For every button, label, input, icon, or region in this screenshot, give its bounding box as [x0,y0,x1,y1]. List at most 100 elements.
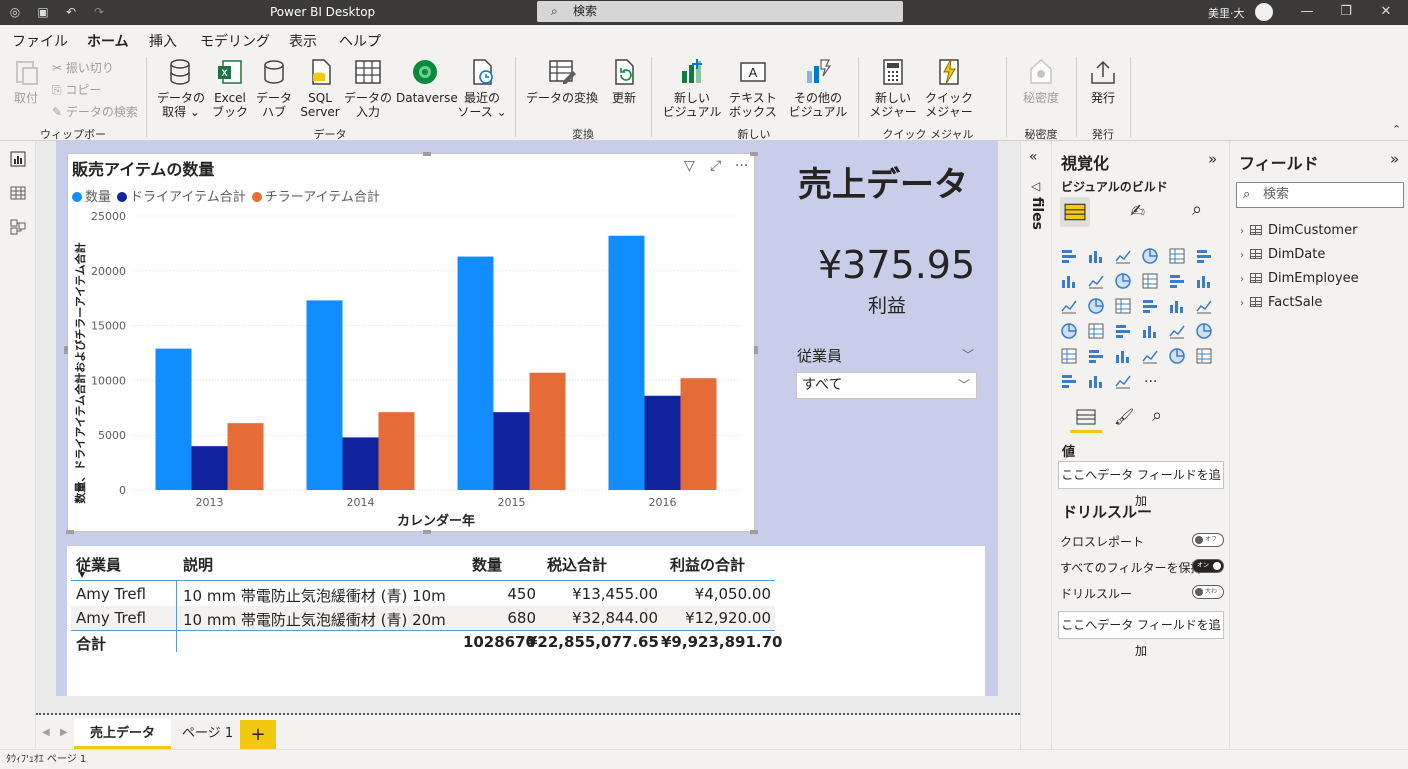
paste-button[interactable]: 取付 [10,57,42,105]
resize-handle[interactable] [750,530,758,534]
quick-measure-button[interactable]: クイック メジャー [922,57,976,119]
page-tab-sales-data[interactable]: 売上データ [74,719,172,749]
funnel-icon[interactable] [1087,297,1105,315]
report-view-icon[interactable] [10,151,26,167]
format-visual-icon[interactable]: ✍ [1130,201,1145,222]
format-brush-icon[interactable]: 🖌 [1114,407,1134,426]
more-visuals-button[interactable]: その他の ビジュアル [786,57,850,119]
drillthrough-drop-zone[interactable]: ここへデータ フィールドを追加 [1058,611,1224,658]
model-view-icon[interactable] [10,219,26,235]
column-header-profit[interactable]: 利益の合計 [670,554,745,575]
collapse-fields-icon[interactable]: » [1390,150,1399,168]
dataverse-button[interactable]: Dataverse [396,57,458,105]
clustered-column-icon[interactable] [1141,247,1159,265]
build-visual-tab[interactable] [1060,197,1090,227]
gauge-icon[interactable] [1114,322,1132,340]
column-header-quantity[interactable]: 数量 [472,554,502,575]
scatter-icon[interactable] [1114,297,1132,315]
cross-report-toggle[interactable]: オフ [1192,533,1224,547]
ribbon-chart-icon[interactable] [1195,272,1213,290]
collapse-ribbon-icon[interactable]: ⌃ [1392,123,1401,136]
new-measure-button[interactable]: 新しい メジャー [866,57,920,119]
tab-view[interactable]: 表示 [289,31,317,51]
save-icon[interactable]: ▣ [34,3,52,21]
recent-sources-button[interactable]: 最近の ソース ⌄ [456,57,508,119]
report-title-textbox[interactable]: 売上データ [798,157,968,206]
cut-button[interactable]: ✂ 振い切り [52,59,114,76]
resize-handle[interactable] [64,346,68,354]
table-visual[interactable]: 従業員 ▼ 説明 数量 税込合計 利益の合計 Amy Trefl 10 mm 帯… [67,546,985,696]
expand-filters-icon[interactable]: « [1029,149,1038,165]
clustered-column-chart[interactable]: 販売アイテムの数量 ▽ ⤢ ··· 数量 ドライアイテム合計 チラーアイテム合計… [67,153,755,532]
chevron-right-icon[interactable]: ▶ [60,727,68,738]
analytics-icon[interactable]: ⌕ [1192,199,1202,220]
field-table-dimemployee[interactable]: › DimEmployee [1240,271,1359,286]
stacked-bar-icon[interactable] [1060,247,1078,265]
table-view-icon[interactable] [10,185,26,201]
filters-pane-collapsed[interactable]: « ◁ files [1020,141,1051,749]
sensitivity-button[interactable]: 秘密度 [1016,57,1066,105]
title-search-box[interactable]: ⌕ 検索 [537,1,903,22]
tab-home[interactable]: ホーム [87,31,129,56]
tab-insert[interactable]: 挿入 [149,31,177,51]
excel-button[interactable]: X Excel ブック [210,57,250,119]
enter-data-button[interactable]: データの 入力 [342,57,394,119]
textbox-button[interactable]: A テキスト ボックス [726,57,780,119]
more-visuals-icon[interactable]: ··· [1144,374,1157,390]
fields-search-input[interactable]: ⌕ 検索 [1236,182,1404,208]
new-visual-button[interactable]: 新しい ビジュアル [660,57,724,119]
100-column-icon[interactable] [1195,247,1213,265]
100-bar-icon[interactable] [1168,247,1186,265]
stacked-column-icon[interactable] [1087,247,1105,265]
field-table-factsale[interactable]: › FactSale [1240,295,1322,310]
kpi-icon[interactable] [1195,322,1213,340]
refresh-button[interactable]: 更新 [606,57,642,105]
copy-button[interactable]: ⎘ コピー [52,81,101,98]
area-chart-icon[interactable] [1087,272,1105,290]
clustered-bar-icon[interactable] [1114,247,1132,265]
smart-narrative-icon[interactable] [1087,372,1105,390]
minimize-button[interactable]: — [1297,2,1317,22]
fields-tab[interactable] [1070,405,1102,433]
line-column-icon[interactable] [1141,272,1159,290]
qa-icon[interactable] [1060,372,1078,390]
pie-icon[interactable] [1141,297,1159,315]
redo-icon[interactable]: ↷ [90,3,108,21]
card-value[interactable]: ¥375.95 [818,243,975,287]
slicer-dropdown[interactable]: すべて ﹀ [796,372,977,399]
analytics-magnifier-icon[interactable]: ⌕ [1152,405,1162,426]
column-header-total-incl-tax[interactable]: 税込合計 [547,554,607,575]
resize-handle[interactable] [66,530,74,534]
decomposition-icon[interactable] [1141,347,1159,365]
close-button[interactable]: ✕ [1376,2,1396,22]
collapse-viz-icon[interactable]: » [1208,150,1217,168]
get-data-button[interactable]: データの 取得 ⌄ [155,57,207,119]
field-table-dimdate[interactable]: › DimDate [1240,247,1325,262]
resize-handle[interactable] [423,530,431,534]
waterfall-icon[interactable] [1060,297,1078,315]
resize-handle[interactable] [754,346,758,354]
sql-server-button[interactable]: SQL Server [298,57,342,119]
resize-handle[interactable] [423,152,431,156]
key-influencers-icon[interactable] [1195,347,1213,365]
stacked-area-icon[interactable] [1114,272,1132,290]
column-header-description[interactable]: 説明 [183,554,213,575]
table-icon[interactable] [1087,347,1105,365]
chevron-left-icon[interactable]: ◀ [42,727,50,738]
field-table-dimcustomer[interactable]: › DimCustomer [1240,223,1357,238]
transform-data-button[interactable]: データの変換 [522,57,602,105]
values-drop-zone[interactable]: ここへデータ フィールドを追加 [1058,461,1224,508]
format-painter-button[interactable]: ✎ データの検索 [52,103,138,120]
multirow-card-icon[interactable] [1168,322,1186,340]
datahub-button[interactable]: データ ハブ [254,57,294,119]
card-icon[interactable] [1141,322,1159,340]
keep-filters-toggle[interactable]: オン [1192,559,1224,573]
map-icon[interactable] [1060,322,1078,340]
avatar[interactable] [1255,3,1273,21]
maximize-button[interactable]: ❐ [1336,2,1356,22]
matrix-icon[interactable] [1114,347,1132,365]
line-clustered-icon[interactable] [1168,272,1186,290]
publish-button[interactable]: 発行 [1084,57,1122,105]
filled-map-icon[interactable] [1087,322,1105,340]
line-chart-icon[interactable] [1060,272,1078,290]
